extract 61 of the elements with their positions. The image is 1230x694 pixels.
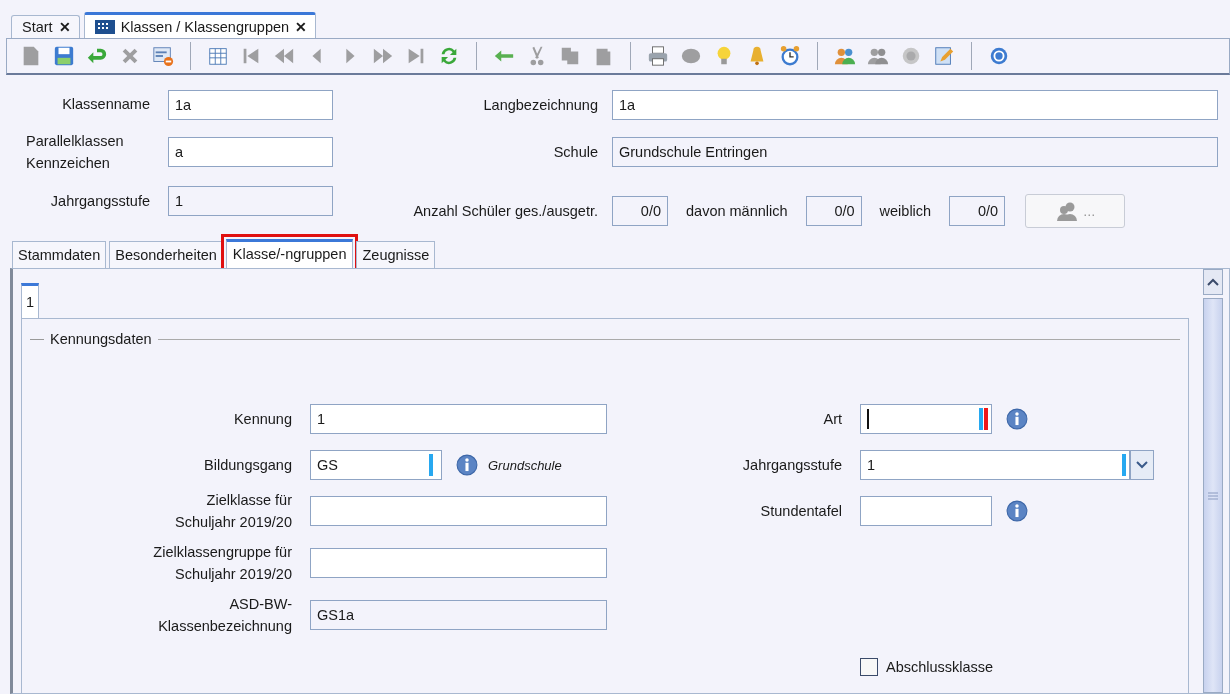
field-label: weiblich (879, 203, 932, 220)
field-label: Stundentafel (759, 501, 842, 521)
code-field[interactable] (860, 496, 992, 526)
save-icon[interactable] (53, 44, 75, 67)
count-field[interactable]: 0/0 (949, 196, 1006, 227)
field-label: Zielklassengruppe für Schuljahr 2019/20 (152, 542, 292, 584)
field-label: Parallelklassen Kennzeichen (25, 131, 125, 173)
edit-icon[interactable] (933, 44, 955, 67)
code-field[interactable]: GS (310, 450, 442, 480)
field-label: Klassenname (61, 95, 150, 115)
field-label: Bildungsgang (203, 455, 292, 475)
count-field[interactable]: 0/0 (612, 196, 668, 227)
close-button[interactable]: ✕ (295, 18, 308, 35)
chevron-down-icon (1136, 461, 1148, 469)
form-remove-icon[interactable] (152, 44, 174, 67)
count-field[interactable]: 0/0 (805, 196, 862, 227)
tab[interactable]: Besonderheiten (109, 241, 223, 268)
group-title: Kennungsdaten (50, 331, 152, 347)
text-field[interactable]: 1 (168, 186, 333, 217)
field-label: Langbezeichnung (482, 96, 598, 113)
grid-icon (94, 19, 115, 34)
field-label: Jahrgangsstufe (741, 455, 842, 475)
info-icon[interactable] (1006, 408, 1028, 430)
info-icon[interactable] (1006, 500, 1028, 522)
field-label: Zielklasse für Schuljahr 2019/20 (174, 490, 292, 532)
tab-label: Klassen / Klassengruppen (120, 18, 290, 35)
field-label: Anzahl Schüler ges./ausgetr. (412, 203, 598, 220)
scroll-up-button[interactable] (1203, 269, 1223, 295)
tab-label: Start (22, 19, 53, 36)
info-icon[interactable] (456, 454, 478, 476)
field-hint: Grundschule (488, 457, 562, 473)
text-field[interactable]: GS1a (310, 600, 607, 630)
text-field[interactable]: 1a (612, 89, 1218, 120)
text-field[interactable] (310, 496, 607, 526)
tab[interactable]: Zeugnisse (356, 241, 436, 268)
chevron-up-icon (1207, 278, 1219, 286)
grip-icon (1208, 491, 1218, 500)
tab[interactable]: 1 (21, 283, 40, 318)
checkbox[interactable] (860, 658, 878, 676)
alarm-icon[interactable] (779, 44, 801, 67)
document-tab[interactable]: Start ✕ (11, 15, 80, 39)
code-field[interactable] (860, 404, 992, 434)
people-icon (1055, 201, 1080, 222)
field-label: ASD-BW- Klassenbezeichnung (157, 594, 292, 636)
field-label: Jahrgangsstufe (49, 192, 150, 212)
field-label: Schule (552, 143, 598, 160)
tab[interactable]: Stammdaten (12, 241, 107, 268)
text-field[interactable] (310, 548, 607, 578)
text-field[interactable]: a (168, 136, 333, 167)
field-label: Art (822, 409, 842, 429)
print-icon[interactable] (647, 44, 669, 67)
field-label: davon männlich (686, 203, 788, 220)
text-field[interactable]: 1 (310, 404, 607, 434)
text-field[interactable]: Grundschule Entringen (612, 136, 1218, 167)
dropdown-button[interactable] (1130, 450, 1154, 480)
checkbox-label: Abschlussklasse (886, 659, 994, 675)
document-tab[interactable]: Klassen / Klassengruppen ✕ (83, 12, 317, 39)
dropdown-field[interactable]: 1 (860, 450, 1130, 480)
text-field[interactable]: 1a (168, 89, 333, 120)
field-label: Kennung (232, 409, 292, 429)
close-button[interactable]: ✕ (58, 19, 71, 36)
